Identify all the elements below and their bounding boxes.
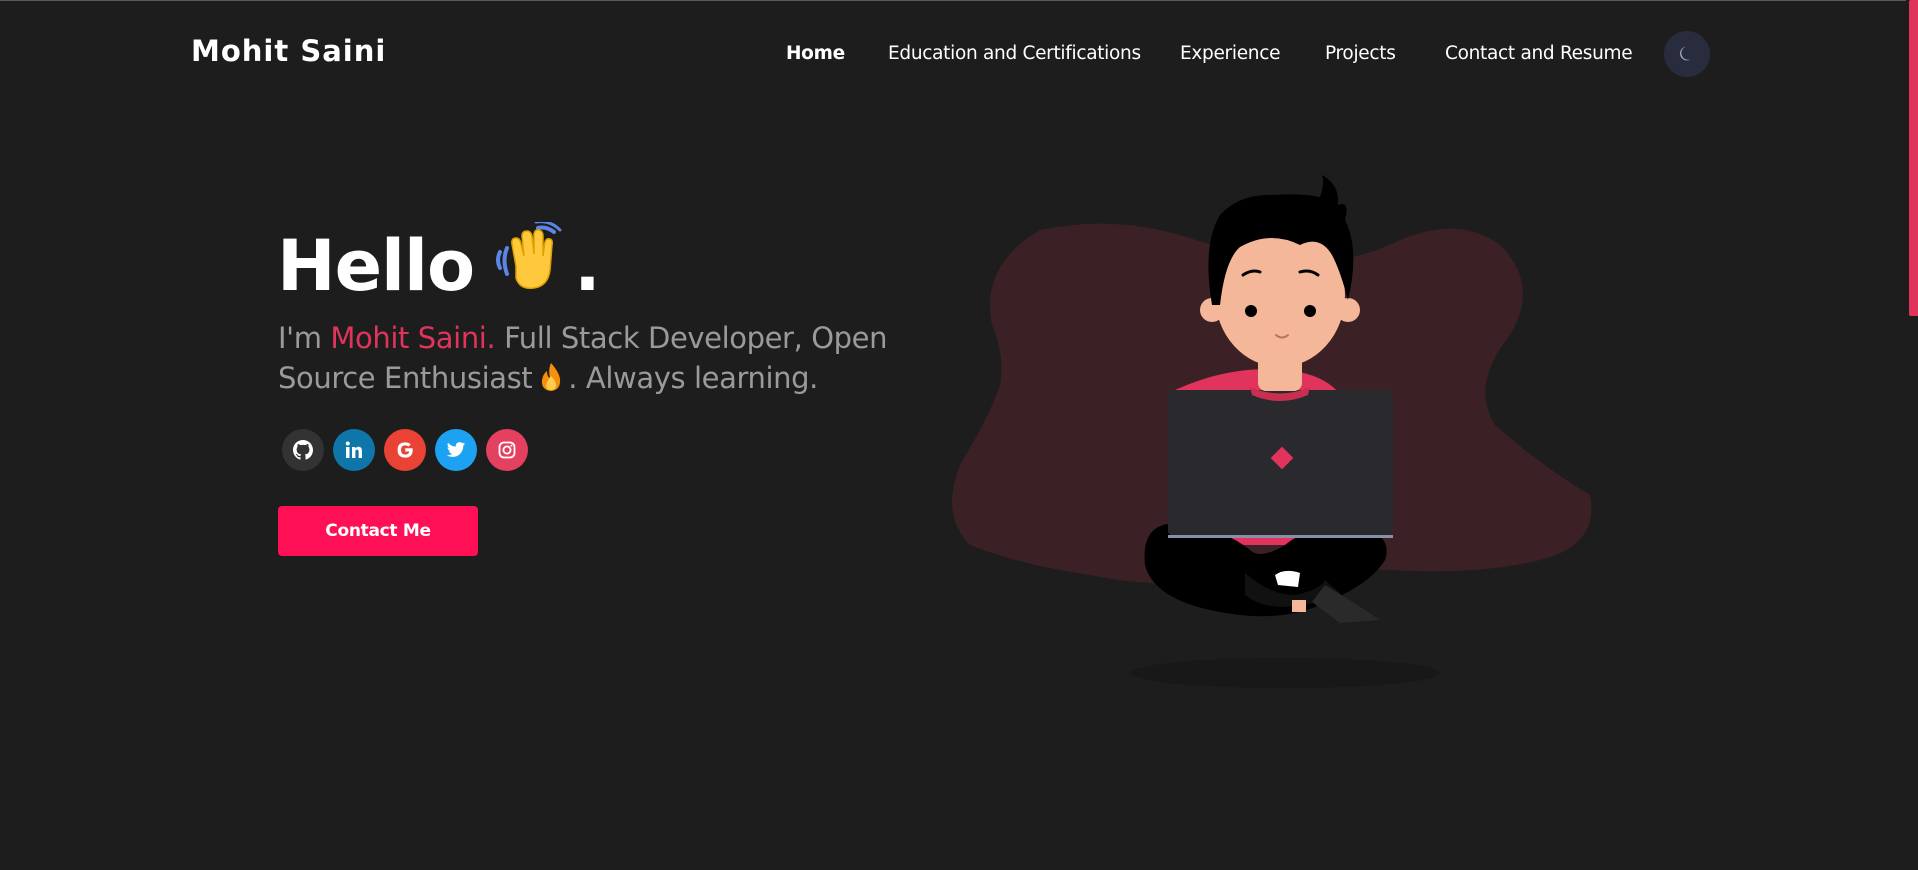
subtitle-name: Mohit Saini. [330, 321, 496, 355]
contact-me-button[interactable]: Contact Me [278, 506, 478, 556]
instagram-link[interactable] [486, 429, 528, 471]
laptop-base [1168, 535, 1393, 538]
github-link[interactable] [282, 429, 324, 471]
linkedin-link[interactable] [333, 429, 375, 471]
scrollbar-thumb[interactable] [1909, 0, 1918, 316]
subtitle-prefix: I'm [278, 321, 331, 355]
navbar: Mohit Saini Home Education and Certifica… [0, 0, 1906, 108]
twitter-link[interactable] [435, 429, 477, 471]
nav-education[interactable]: Education and Certifications [888, 43, 1141, 64]
google-icon [397, 442, 413, 458]
page-scrollbar[interactable] [1906, 0, 1918, 870]
hero-subtitle: I'm Mohit Saini. Full Stack Developer, O… [278, 318, 918, 402]
instagram-icon [498, 441, 516, 459]
nav-home[interactable]: Home [786, 43, 845, 64]
hero-greeting: Hello . [277, 220, 601, 311]
subtitle-tagline: . Always learning. [568, 361, 818, 395]
developer-illustration [952, 175, 1592, 688]
linkedin-icon [345, 441, 362, 458]
github-icon [293, 440, 313, 460]
greeting-text: Hello [277, 225, 475, 307]
google-link[interactable] [384, 429, 426, 471]
theme-toggle-button[interactable] [1664, 31, 1710, 77]
site-logo[interactable]: Mohit Saini [191, 34, 386, 68]
eye-left [1245, 305, 1257, 317]
nav-contact-resume[interactable]: Contact and Resume [1445, 43, 1633, 64]
fire-icon [538, 362, 564, 402]
eye-right [1304, 305, 1316, 317]
twitter-icon [446, 442, 466, 457]
greeting-period: . [574, 225, 601, 307]
waving-hand-icon [494, 220, 566, 311]
nav-projects[interactable]: Projects [1325, 43, 1396, 64]
moon-icon [1680, 46, 1691, 61]
nav-experience[interactable]: Experience [1180, 43, 1280, 64]
floor-shadow [1130, 658, 1440, 688]
